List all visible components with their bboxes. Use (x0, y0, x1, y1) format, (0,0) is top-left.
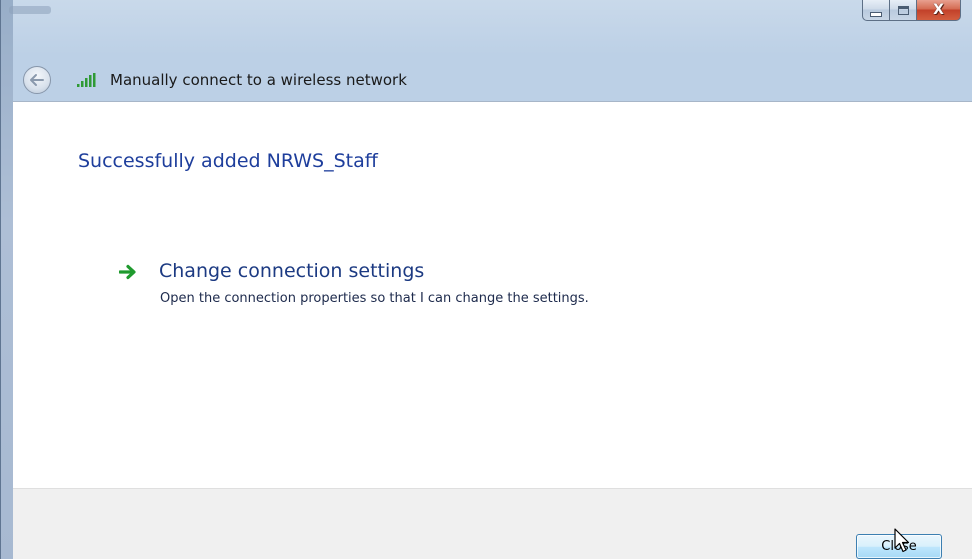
wizard-title: Manually connect to a wireless network (110, 71, 407, 89)
mouse-cursor-icon (894, 528, 910, 553)
change-settings-title[interactable]: Change connection settings (159, 260, 424, 282)
minimize-icon (870, 11, 882, 17)
caption-buttons: X (862, 0, 961, 22)
wizard-header: Manually connect to a wireless network (11, 62, 972, 102)
minimize-button[interactable] (862, 0, 889, 21)
success-message: Successfully added NRWS_Staff (78, 150, 378, 172)
maximize-icon (897, 5, 909, 15)
title-bar[interactable]: X (1, 0, 972, 40)
content-area: Successfully added NRWS_Staff Change con… (13, 101, 972, 488)
close-icon: X (933, 2, 944, 18)
dialog-window: X Manually connect to a wireless network… (0, 0, 972, 559)
back-arrow-icon (30, 74, 44, 86)
close-window-button[interactable]: X (916, 0, 961, 21)
maximize-button[interactable] (889, 0, 916, 21)
green-arrow-icon (119, 264, 136, 280)
dialog-footer: Close (13, 488, 972, 559)
wireless-signal-icon (77, 73, 96, 87)
back-button[interactable] (23, 66, 51, 94)
change-settings-description: Open the connection properties so that I… (160, 291, 589, 306)
window-title-blurred (9, 6, 51, 14)
